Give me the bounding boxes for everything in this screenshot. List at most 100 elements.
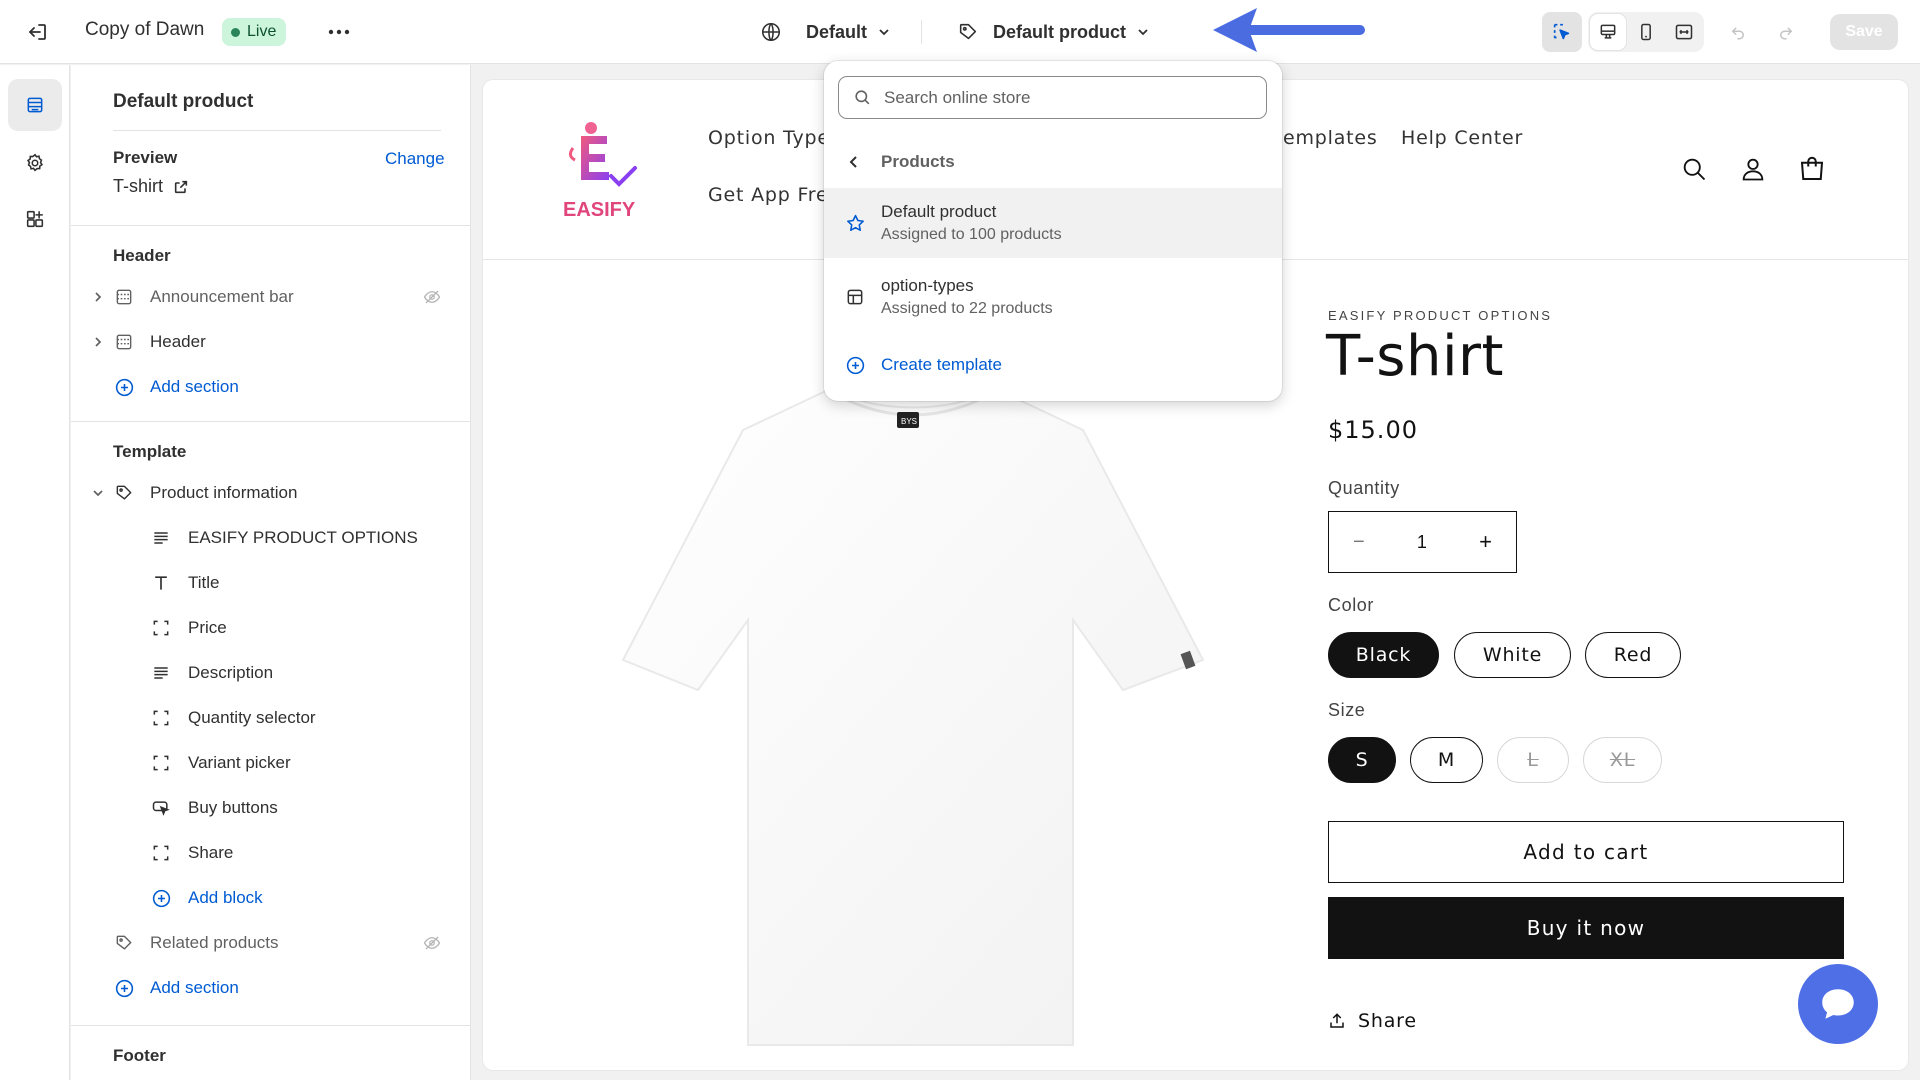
add-section-header-button[interactable]: Add section <box>71 367 470 407</box>
sections-sidebar: Default product Preview Change T-shirt H… <box>71 65 471 1080</box>
quantity-minus-button[interactable]: − <box>1353 531 1365 554</box>
section-header[interactable]: Header <box>71 322 470 362</box>
chevron-right-icon[interactable] <box>90 334 106 350</box>
template-selector[interactable]: Default product <box>957 14 1150 50</box>
block-variant-picker[interactable]: Variant picker <box>71 743 470 783</box>
create-template-button[interactable]: Create template <box>824 341 1282 389</box>
hidden-eye-icon[interactable] <box>421 287 443 307</box>
cart-icon[interactable] <box>1796 153 1828 185</box>
template-group-label: Template <box>113 442 187 461</box>
view-controls <box>1542 12 1704 52</box>
add-section-template-button[interactable]: Add section <box>71 968 470 1008</box>
section-related-products[interactable]: Related products <box>71 923 470 963</box>
sections-tab[interactable] <box>8 79 62 131</box>
plus-circle-icon <box>844 354 866 376</box>
gear-icon <box>26 153 44 172</box>
live-badge-label: Live <box>247 23 277 40</box>
plus-circle-icon <box>150 887 172 909</box>
quantity-plus-button[interactable]: + <box>1479 529 1492 555</box>
add-block-button[interactable]: Add block <box>71 878 470 918</box>
block-title[interactable]: Title <box>71 563 470 603</box>
desktop-icon <box>1600 24 1616 39</box>
product-title: T-shirt <box>1326 324 1504 389</box>
live-badge: Live <box>222 18 287 46</box>
chevron-right-icon[interactable] <box>90 289 106 305</box>
add-section-label: Add section <box>150 978 239 997</box>
select-cursor-icon <box>1553 23 1570 40</box>
product-vendor: EASIFY PRODUCT OPTIONS <box>1328 308 1553 323</box>
store-search-icon[interactable] <box>1678 153 1710 185</box>
size-label: Size <box>1328 700 1366 720</box>
quantity-label: Quantity <box>1328 478 1400 498</box>
size-option-l[interactable]: L <box>1497 737 1569 783</box>
color-option-black[interactable]: Black <box>1328 632 1439 678</box>
account-icon[interactable] <box>1737 153 1769 185</box>
block-buy-buttons[interactable]: Buy buttons <box>71 788 470 828</box>
buy-it-now-button[interactable]: Buy it now <box>1328 897 1844 959</box>
block-description[interactable]: Description <box>71 653 470 693</box>
redo-button[interactable] <box>1772 20 1800 44</box>
language-selector-label: Default <box>806 21 868 42</box>
plus-circle-icon <box>113 977 135 999</box>
mobile-view-button[interactable] <box>1628 14 1664 50</box>
size-option-s[interactable]: S <box>1328 737 1396 783</box>
nav-link-help-center[interactable]: Help Center <box>1401 127 1523 149</box>
title-t-icon <box>150 572 172 594</box>
chat-launcher-button[interactable] <box>1798 964 1878 1044</box>
template-option-subtitle: Assigned to 100 products <box>881 226 1062 243</box>
color-option-white[interactable]: White <box>1454 632 1571 678</box>
share-button[interactable]: Share <box>1328 1010 1417 1032</box>
nav-link-option-types[interactable]: Option Type <box>708 127 830 149</box>
add-to-cart-button[interactable]: Add to cart <box>1328 821 1844 883</box>
product-image[interactable]: BYS <box>613 330 1213 1050</box>
chevron-down-icon[interactable] <box>90 485 106 501</box>
more-actions-button[interactable] <box>322 18 356 46</box>
chat-bubble-icon <box>1822 989 1854 1019</box>
size-option-xl[interactable]: XL <box>1583 737 1662 783</box>
sidebar-title: Default product <box>113 91 254 112</box>
block-price[interactable]: Price <box>71 608 470 648</box>
quantity-value[interactable]: 1 <box>1417 532 1427 553</box>
block-quantity-selector[interactable]: Quantity selector <box>71 698 470 738</box>
language-selector[interactable]: Default <box>760 14 891 50</box>
easify-logo[interactable]: EASIFY <box>561 118 651 222</box>
template-search <box>838 76 1267 119</box>
nav-link-templates[interactable]: emplates <box>1283 127 1378 149</box>
fullscreen-view-button[interactable] <box>1666 14 1702 50</box>
theme-settings-tab[interactable] <box>8 137 62 189</box>
section-label: Announcement bar <box>150 287 294 306</box>
template-option-option-types[interactable]: option-types Assigned to 22 products <box>824 262 1282 332</box>
exit-button[interactable] <box>20 18 56 46</box>
block-frame-icon <box>150 752 172 774</box>
divider <box>71 421 470 422</box>
change-preview-link[interactable]: Change <box>385 149 445 169</box>
block-share[interactable]: Share <box>71 833 470 873</box>
tag-icon <box>113 932 135 954</box>
block-easify-product-options[interactable]: EASIFY PRODUCT OPTIONS <box>71 518 470 558</box>
save-button[interactable]: Save <box>1830 14 1898 50</box>
back-label: Products <box>881 152 955 171</box>
back-to-products-button[interactable]: Products <box>824 144 1282 180</box>
share-label: Share <box>1358 1010 1417 1032</box>
hidden-eye-icon[interactable] <box>421 933 443 953</box>
section-product-information[interactable]: Product information <box>71 473 470 513</box>
apps-tab[interactable] <box>8 193 62 245</box>
template-search-input[interactable] <box>884 87 1244 108</box>
apps-icon <box>26 210 44 228</box>
star-icon <box>844 212 866 234</box>
desktop-view-button[interactable] <box>1590 14 1626 50</box>
nav-link-get-app[interactable]: Get App Fre <box>708 184 829 206</box>
template-option-default-product[interactable]: Default product Assigned to 100 products <box>824 188 1282 258</box>
section-announcement-bar[interactable]: Announcement bar <box>71 277 470 317</box>
inspector-toggle-button[interactable] <box>1542 12 1582 52</box>
section-label: Related products <box>150 933 279 952</box>
template-option-title: Default product <box>881 202 997 221</box>
size-option-m[interactable]: M <box>1410 737 1483 783</box>
device-switcher <box>1588 12 1704 52</box>
undo-button[interactable] <box>1724 20 1752 44</box>
color-label: Color <box>1328 595 1375 615</box>
color-option-red[interactable]: Red <box>1585 632 1681 678</box>
external-link-icon <box>174 180 188 193</box>
preview-product-name: T-shirt <box>113 176 164 196</box>
preview-product-link[interactable]: T-shirt <box>113 176 189 197</box>
